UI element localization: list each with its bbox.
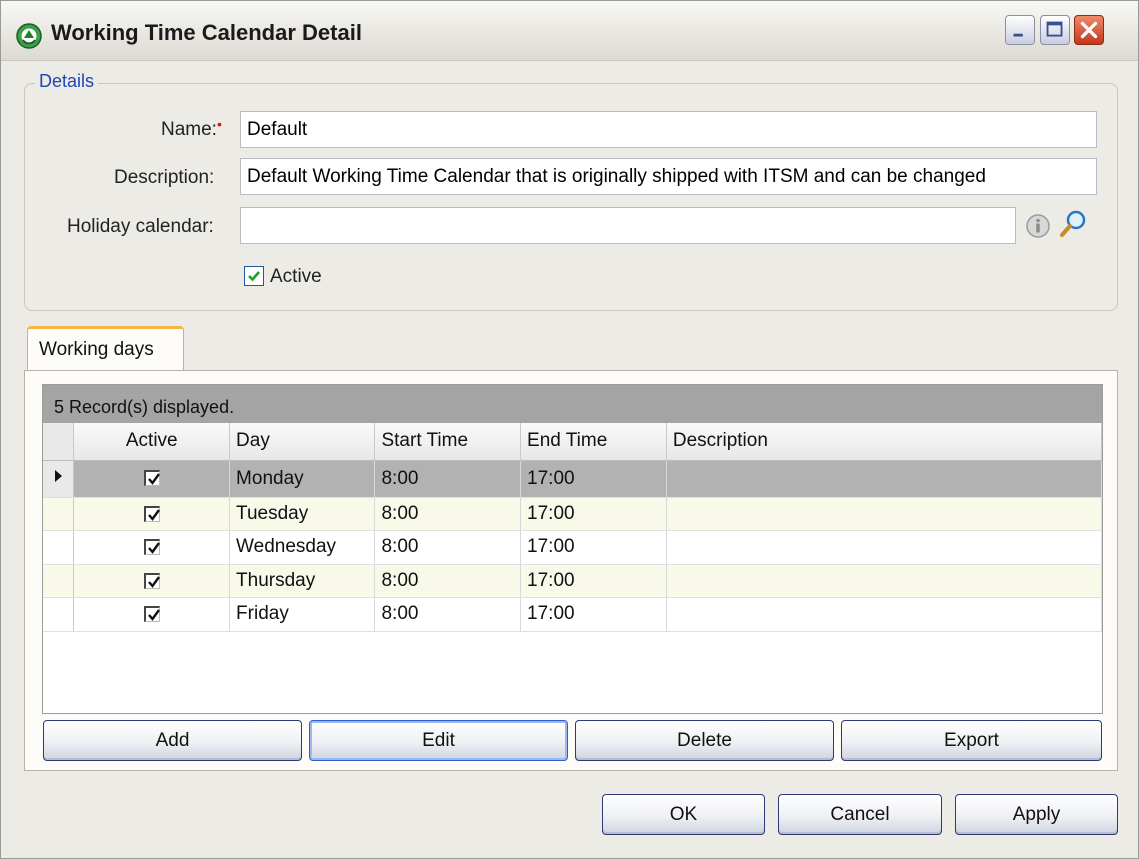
required-marker: •: [216, 116, 222, 132]
active-cell[interactable]: [73, 497, 231, 531]
row-active-checkbox[interactable]: [143, 606, 160, 623]
active-checkbox[interactable]: [244, 266, 264, 286]
window-title: Working Time Calendar Detail: [51, 20, 362, 45]
column-header-day[interactable]: Day: [229, 423, 376, 461]
ok-button[interactable]: OK: [602, 794, 765, 835]
start-time-cell[interactable]: 8:00: [374, 497, 522, 531]
description-input[interactable]: [247, 166, 1090, 188]
day-cell[interactable]: Friday: [229, 597, 376, 632]
table-row[interactable]: Tuesday 8:00 17:00: [43, 497, 1102, 531]
row-selector[interactable]: [43, 460, 75, 498]
row-active-checkbox[interactable]: [143, 505, 160, 522]
maximize-button[interactable]: [1040, 15, 1070, 45]
apply-button[interactable]: Apply: [955, 794, 1118, 835]
info-button[interactable]: [1023, 211, 1053, 241]
edit-button[interactable]: Edit: [309, 720, 568, 761]
start-time-cell[interactable]: 8:00: [374, 530, 522, 565]
holiday-calendar-input[interactable]: [247, 215, 1009, 237]
table-row[interactable]: Thursday 8:00 17:00: [43, 564, 1102, 598]
table-row[interactable]: Monday 8:00 17:00: [43, 460, 1102, 498]
description-field[interactable]: [240, 158, 1097, 195]
add-button[interactable]: Add: [43, 720, 302, 761]
grid-table: Active Day Start Time End Time Descripti…: [43, 423, 1102, 632]
cancel-button[interactable]: Cancel: [778, 794, 942, 835]
search-icon: [1060, 210, 1086, 237]
check-icon: [147, 609, 160, 622]
description-cell[interactable]: [666, 460, 1102, 498]
close-icon: [1080, 21, 1098, 39]
active-label[interactable]: Active: [270, 266, 322, 288]
minimize-button[interactable]: [1005, 15, 1035, 45]
start-time-cell[interactable]: 8:00: [374, 597, 522, 632]
start-time-cell[interactable]: 8:00: [374, 564, 522, 598]
active-cell[interactable]: [73, 530, 231, 565]
name-input[interactable]: [247, 119, 1090, 141]
active-cell[interactable]: [73, 564, 231, 598]
maximize-icon: [1046, 21, 1063, 37]
name-label: Name:•: [161, 116, 222, 141]
grid-header-row: Active Day Start Time End Time Descripti…: [43, 423, 1102, 461]
close-button[interactable]: [1074, 15, 1104, 45]
description-cell[interactable]: [666, 597, 1102, 632]
table-row[interactable]: Wednesday 8:00 17:00: [43, 530, 1102, 565]
description-cell[interactable]: [666, 564, 1102, 598]
row-selector[interactable]: [43, 530, 75, 565]
end-time-cell[interactable]: 17:00: [520, 564, 667, 598]
minimize-icon: [1013, 33, 1023, 37]
check-icon: [147, 509, 160, 521]
day-cell[interactable]: Monday: [229, 460, 376, 498]
dialog-window: Working Time Calendar Detail Details Nam…: [0, 0, 1139, 859]
row-selector[interactable]: [43, 564, 75, 598]
holiday-calendar-label: Holiday calendar:: [67, 216, 214, 237]
row-selector[interactable]: [43, 597, 75, 632]
day-cell[interactable]: Tuesday: [229, 497, 376, 531]
column-header-active[interactable]: Active: [73, 423, 231, 461]
check-icon: [147, 576, 160, 588]
start-time-cell[interactable]: 8:00: [374, 460, 522, 498]
row-active-checkbox[interactable]: [143, 572, 160, 589]
delete-button[interactable]: Delete: [575, 720, 834, 761]
column-header-end-time[interactable]: End Time: [520, 423, 667, 461]
working-days-grid: 5 Record(s) displayed. Active Day Start …: [42, 384, 1103, 714]
column-header-description[interactable]: Description: [666, 423, 1102, 461]
row-active-checkbox[interactable]: [143, 539, 160, 556]
search-button[interactable]: [1058, 209, 1088, 239]
day-cell[interactable]: Thursday: [229, 564, 376, 598]
row-active-checkbox[interactable]: [143, 470, 160, 487]
description-cell[interactable]: [666, 497, 1102, 531]
name-field[interactable]: [240, 111, 1097, 148]
holiday-calendar-field[interactable]: [240, 207, 1016, 244]
column-header-start-time[interactable]: Start Time: [374, 423, 522, 461]
end-time-cell[interactable]: 17:00: [520, 460, 667, 498]
description-label: Description:: [114, 167, 215, 188]
day-cell[interactable]: Wednesday: [229, 530, 376, 565]
row-selector-header: [43, 423, 75, 461]
end-time-cell[interactable]: 17:00: [520, 530, 667, 565]
checkmark-icon: [248, 271, 260, 282]
name-label-text: Name:: [161, 119, 217, 140]
check-icon: [147, 542, 160, 555]
description-cell[interactable]: [666, 530, 1102, 565]
end-time-cell[interactable]: 17:00: [520, 497, 667, 531]
current-row-arrow-icon: [55, 469, 62, 482]
table-row[interactable]: Friday 8:00 17:00: [43, 597, 1102, 632]
row-selector[interactable]: [43, 497, 75, 531]
end-time-cell[interactable]: 17:00: [520, 597, 667, 632]
details-legend: Details: [35, 71, 99, 92]
active-cell[interactable]: [73, 597, 231, 632]
itsm-app-icon: [15, 22, 43, 50]
active-cell[interactable]: [73, 460, 231, 498]
export-button[interactable]: Export: [841, 720, 1102, 761]
tab-working-days[interactable]: Working days: [27, 326, 184, 371]
check-icon: [147, 473, 160, 486]
record-count: 5 Record(s) displayed.: [43, 385, 1102, 423]
title-bar[interactable]: Working Time Calendar Detail: [1, 1, 1138, 61]
info-icon: [1026, 214, 1050, 238]
